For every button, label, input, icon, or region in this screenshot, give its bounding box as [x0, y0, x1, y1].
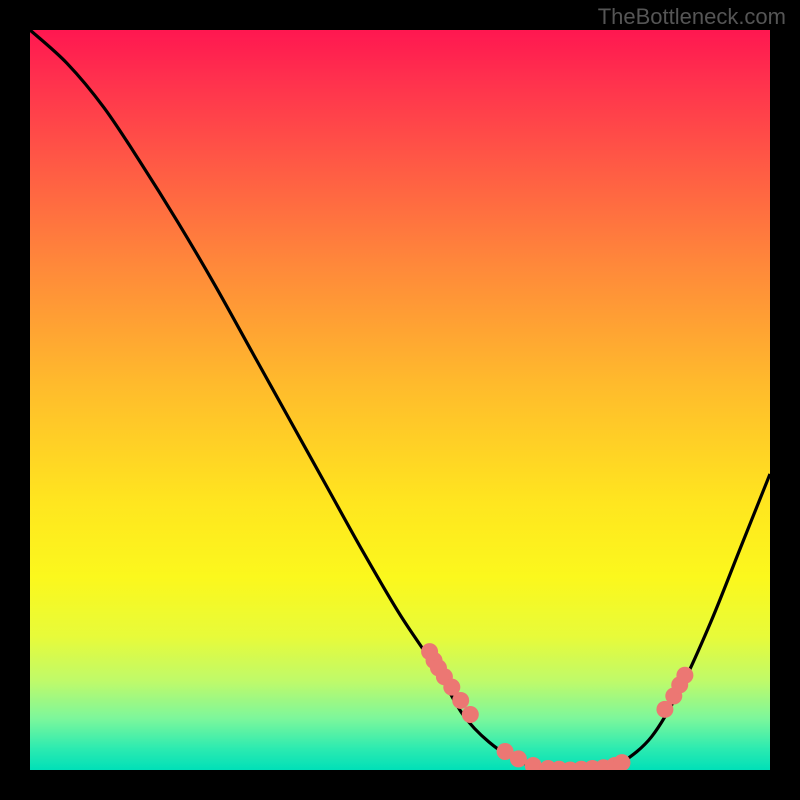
- highlighted-points-group: [421, 643, 693, 770]
- data-point: [525, 757, 542, 770]
- data-point: [462, 706, 479, 723]
- data-point: [510, 750, 527, 767]
- chart-overlay: [30, 30, 770, 770]
- data-point: [676, 667, 693, 684]
- data-point: [452, 692, 469, 709]
- bottleneck-curve-line: [30, 30, 770, 770]
- attribution-text: TheBottleneck.com: [598, 4, 786, 30]
- chart-plot-area: [30, 30, 770, 770]
